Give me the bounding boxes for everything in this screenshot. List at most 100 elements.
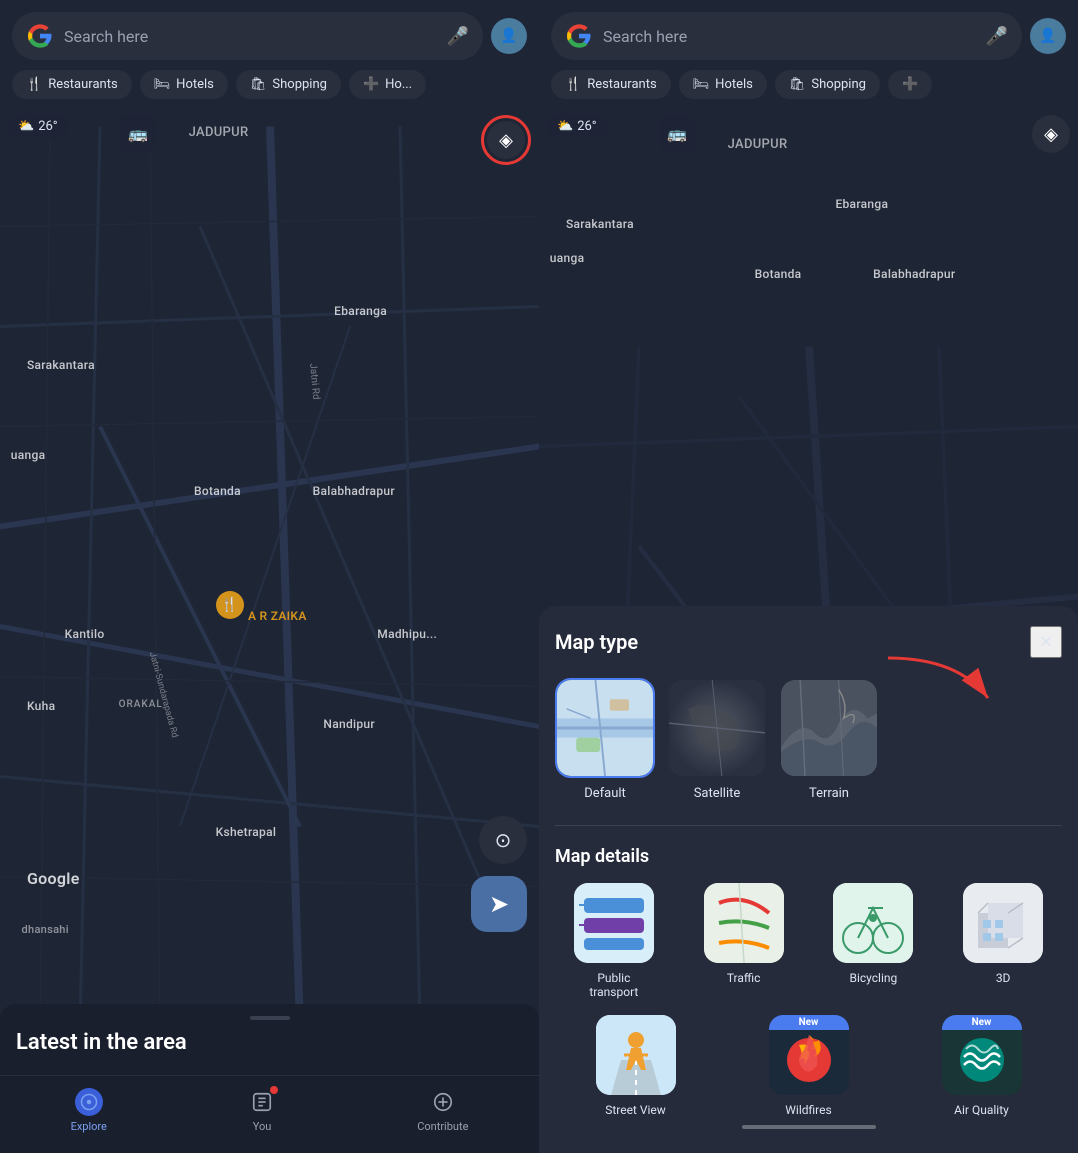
drag-handle[interactable]	[250, 1016, 290, 1020]
nav-item-contribute[interactable]: Contribute	[397, 1084, 488, 1137]
close-button[interactable]: ×	[1030, 626, 1062, 658]
place-google-left: Google	[27, 869, 80, 888]
filter-chip-shopping-right[interactable]: 🛍 Shopping	[775, 70, 880, 99]
airquality-label: Air Quality	[954, 1103, 1009, 1117]
shopping-icon-right: 🛍	[789, 77, 806, 92]
place-kantilo-left: Kantilo	[65, 627, 105, 641]
map-type-default[interactable]: Default	[555, 678, 655, 801]
more-icon-right: ➕	[902, 77, 918, 92]
top-bar-right: Search here 🎤 👤	[539, 0, 1078, 66]
terrain-arrow-indicator	[878, 648, 998, 732]
wildfires-new-badge: New	[769, 1015, 849, 1030]
weather-icon-left: ⛅	[18, 119, 34, 134]
nav-item-explore[interactable]: Explore	[51, 1084, 127, 1137]
place-ebaranga-right: Ebaranga	[835, 197, 888, 211]
bicycling-label: Bicycling	[849, 971, 897, 985]
hotels-icon-right: 🛏	[693, 77, 710, 92]
detail-street-view[interactable]: Street View	[555, 1015, 716, 1117]
terrain-label: Terrain	[809, 786, 849, 801]
detail-3d[interactable]: 3D	[944, 883, 1062, 999]
weather-badge-right: ⛅ 26°	[547, 115, 607, 138]
sheet-bottom-handle[interactable]	[742, 1125, 876, 1129]
divider	[555, 825, 1062, 826]
restaurants-icon-right: 🍴	[565, 77, 581, 92]
hotels-icon-left: 🛏	[154, 77, 171, 92]
map-type-sheet: Map type × Default	[539, 606, 1078, 1153]
filter-chip-more-left[interactable]: ➕ Ho...	[349, 70, 426, 99]
shopping-icon-left: 🛍	[250, 77, 267, 92]
filter-chip-hotels-right[interactable]: 🛏 Hotels	[679, 70, 767, 99]
filter-chip-restaurants-right[interactable]: 🍴 Restaurants	[551, 70, 671, 99]
search-box-right[interactable]: Search here 🎤	[551, 12, 1022, 60]
layers-ring: ◈	[481, 115, 531, 165]
map-type-satellite[interactable]: Satellite	[667, 678, 767, 801]
map-area-left[interactable]: ⛅ 26° 🚌 ◈ JADUPUR Sarakantara Ebaranga u…	[0, 107, 539, 1004]
left-map-panel: Search here 🎤 👤 🍴 Restaurants 🛏 Hotels 🛍…	[0, 0, 539, 1153]
place-kshetrapal-left: Kshetrapal	[216, 825, 277, 839]
you-icon	[248, 1088, 276, 1116]
mic-icon-left[interactable]: 🎤	[447, 26, 469, 47]
contribute-icon	[429, 1088, 457, 1116]
place-dhansahi-left: dhansahi	[22, 923, 69, 936]
layers-button-left[interactable]: ◈	[487, 121, 525, 159]
more-icon-left: ➕	[363, 77, 379, 92]
place-jadupur-right: JADUPUR	[728, 137, 788, 152]
wildfires-label: Wildfires	[785, 1103, 831, 1117]
google-logo-icon	[26, 22, 54, 50]
search-placeholder-left: Search here	[64, 27, 437, 46]
search-box[interactable]: Search here 🎤	[12, 12, 483, 60]
place-botanda-right: Botanda	[755, 267, 802, 281]
transit-button-right[interactable]: 🚌	[659, 115, 695, 151]
filter-chip-restaurants-left[interactable]: 🍴 Restaurants	[12, 70, 132, 99]
airquality-new-badge: New	[942, 1015, 1022, 1030]
default-thumbnail	[555, 678, 655, 778]
mic-icon-right[interactable]: 🎤	[986, 26, 1008, 47]
filter-chip-shopping-left[interactable]: 🛍 Shopping	[236, 70, 341, 99]
layers-button-right[interactable]: ◈	[1032, 115, 1070, 153]
place-orakal-left: ORAKAL	[119, 699, 163, 710]
user-avatar-left[interactable]: 👤	[491, 18, 527, 54]
restaurant-pin-left[interactable]: 🍴	[216, 591, 244, 619]
you-label: You	[253, 1120, 272, 1133]
detail-public-transport[interactable]: Publictransport	[555, 883, 673, 999]
detail-traffic[interactable]: Traffic	[685, 883, 803, 999]
user-avatar-right[interactable]: 👤	[1030, 18, 1066, 54]
map-type-terrain[interactable]: Terrain	[779, 678, 879, 801]
navigation-button-left[interactable]: ➤	[471, 876, 527, 932]
airquality-thumbnail: New	[942, 1015, 1022, 1095]
detail-bicycling[interactable]: Bicycling	[815, 883, 933, 999]
restaurants-icon-left: 🍴	[26, 77, 42, 92]
explore-label: Explore	[71, 1120, 107, 1133]
transit-button-left[interactable]: 🚌	[120, 115, 156, 151]
3d-thumbnail	[963, 883, 1043, 963]
transport-label: Publictransport	[589, 971, 638, 999]
place-botanda-left: Botanda	[194, 484, 241, 498]
filter-chip-more-right[interactable]: ➕	[888, 70, 932, 99]
latest-title: Latest in the area	[16, 1030, 523, 1055]
place-madhipu-left: Madhipu...	[377, 627, 437, 641]
place-sarakantara-right: Sarakantara	[566, 217, 634, 231]
nav-item-you[interactable]: You	[228, 1084, 296, 1137]
bottom-nav: Explore You Contri	[0, 1075, 539, 1153]
layers-button-container-left: ◈	[481, 115, 531, 165]
location-button-left[interactable]: ⊙	[479, 816, 527, 864]
road-label-jatni-left: Jatni Rd	[308, 363, 322, 400]
place-uanga-right: uanga	[550, 251, 585, 265]
3d-label: 3D	[996, 971, 1011, 985]
default-label: Default	[584, 786, 626, 801]
contribute-label: Contribute	[417, 1120, 468, 1133]
terrain-thumbnail	[779, 678, 879, 778]
satellite-thumbnail	[667, 678, 767, 778]
right-map-panel: Search here 🎤 👤 🍴 Restaurants 🛏 Hotels 🛍…	[539, 0, 1078, 1153]
traffic-thumbnail	[704, 883, 784, 963]
detail-wildfires[interactable]: New Wildfires	[728, 1015, 889, 1117]
place-jadupur-left: JADUPUR	[189, 125, 249, 140]
filter-chip-hotels-left[interactable]: 🛏 Hotels	[140, 70, 228, 99]
search-placeholder-right: Search here	[603, 27, 976, 46]
map-area-right: ⛅ 26° 🚌 ◈ JADUPUR Sarakantara Ebaranga u…	[539, 107, 1078, 307]
detail-air-quality[interactable]: New Air Quality	[901, 1015, 1062, 1117]
place-uanga-left: uanga	[11, 448, 46, 462]
top-bar: Search here 🎤 👤	[0, 0, 539, 66]
place-nandipur-left: Nandipur	[323, 717, 375, 731]
bicycling-thumbnail	[833, 883, 913, 963]
